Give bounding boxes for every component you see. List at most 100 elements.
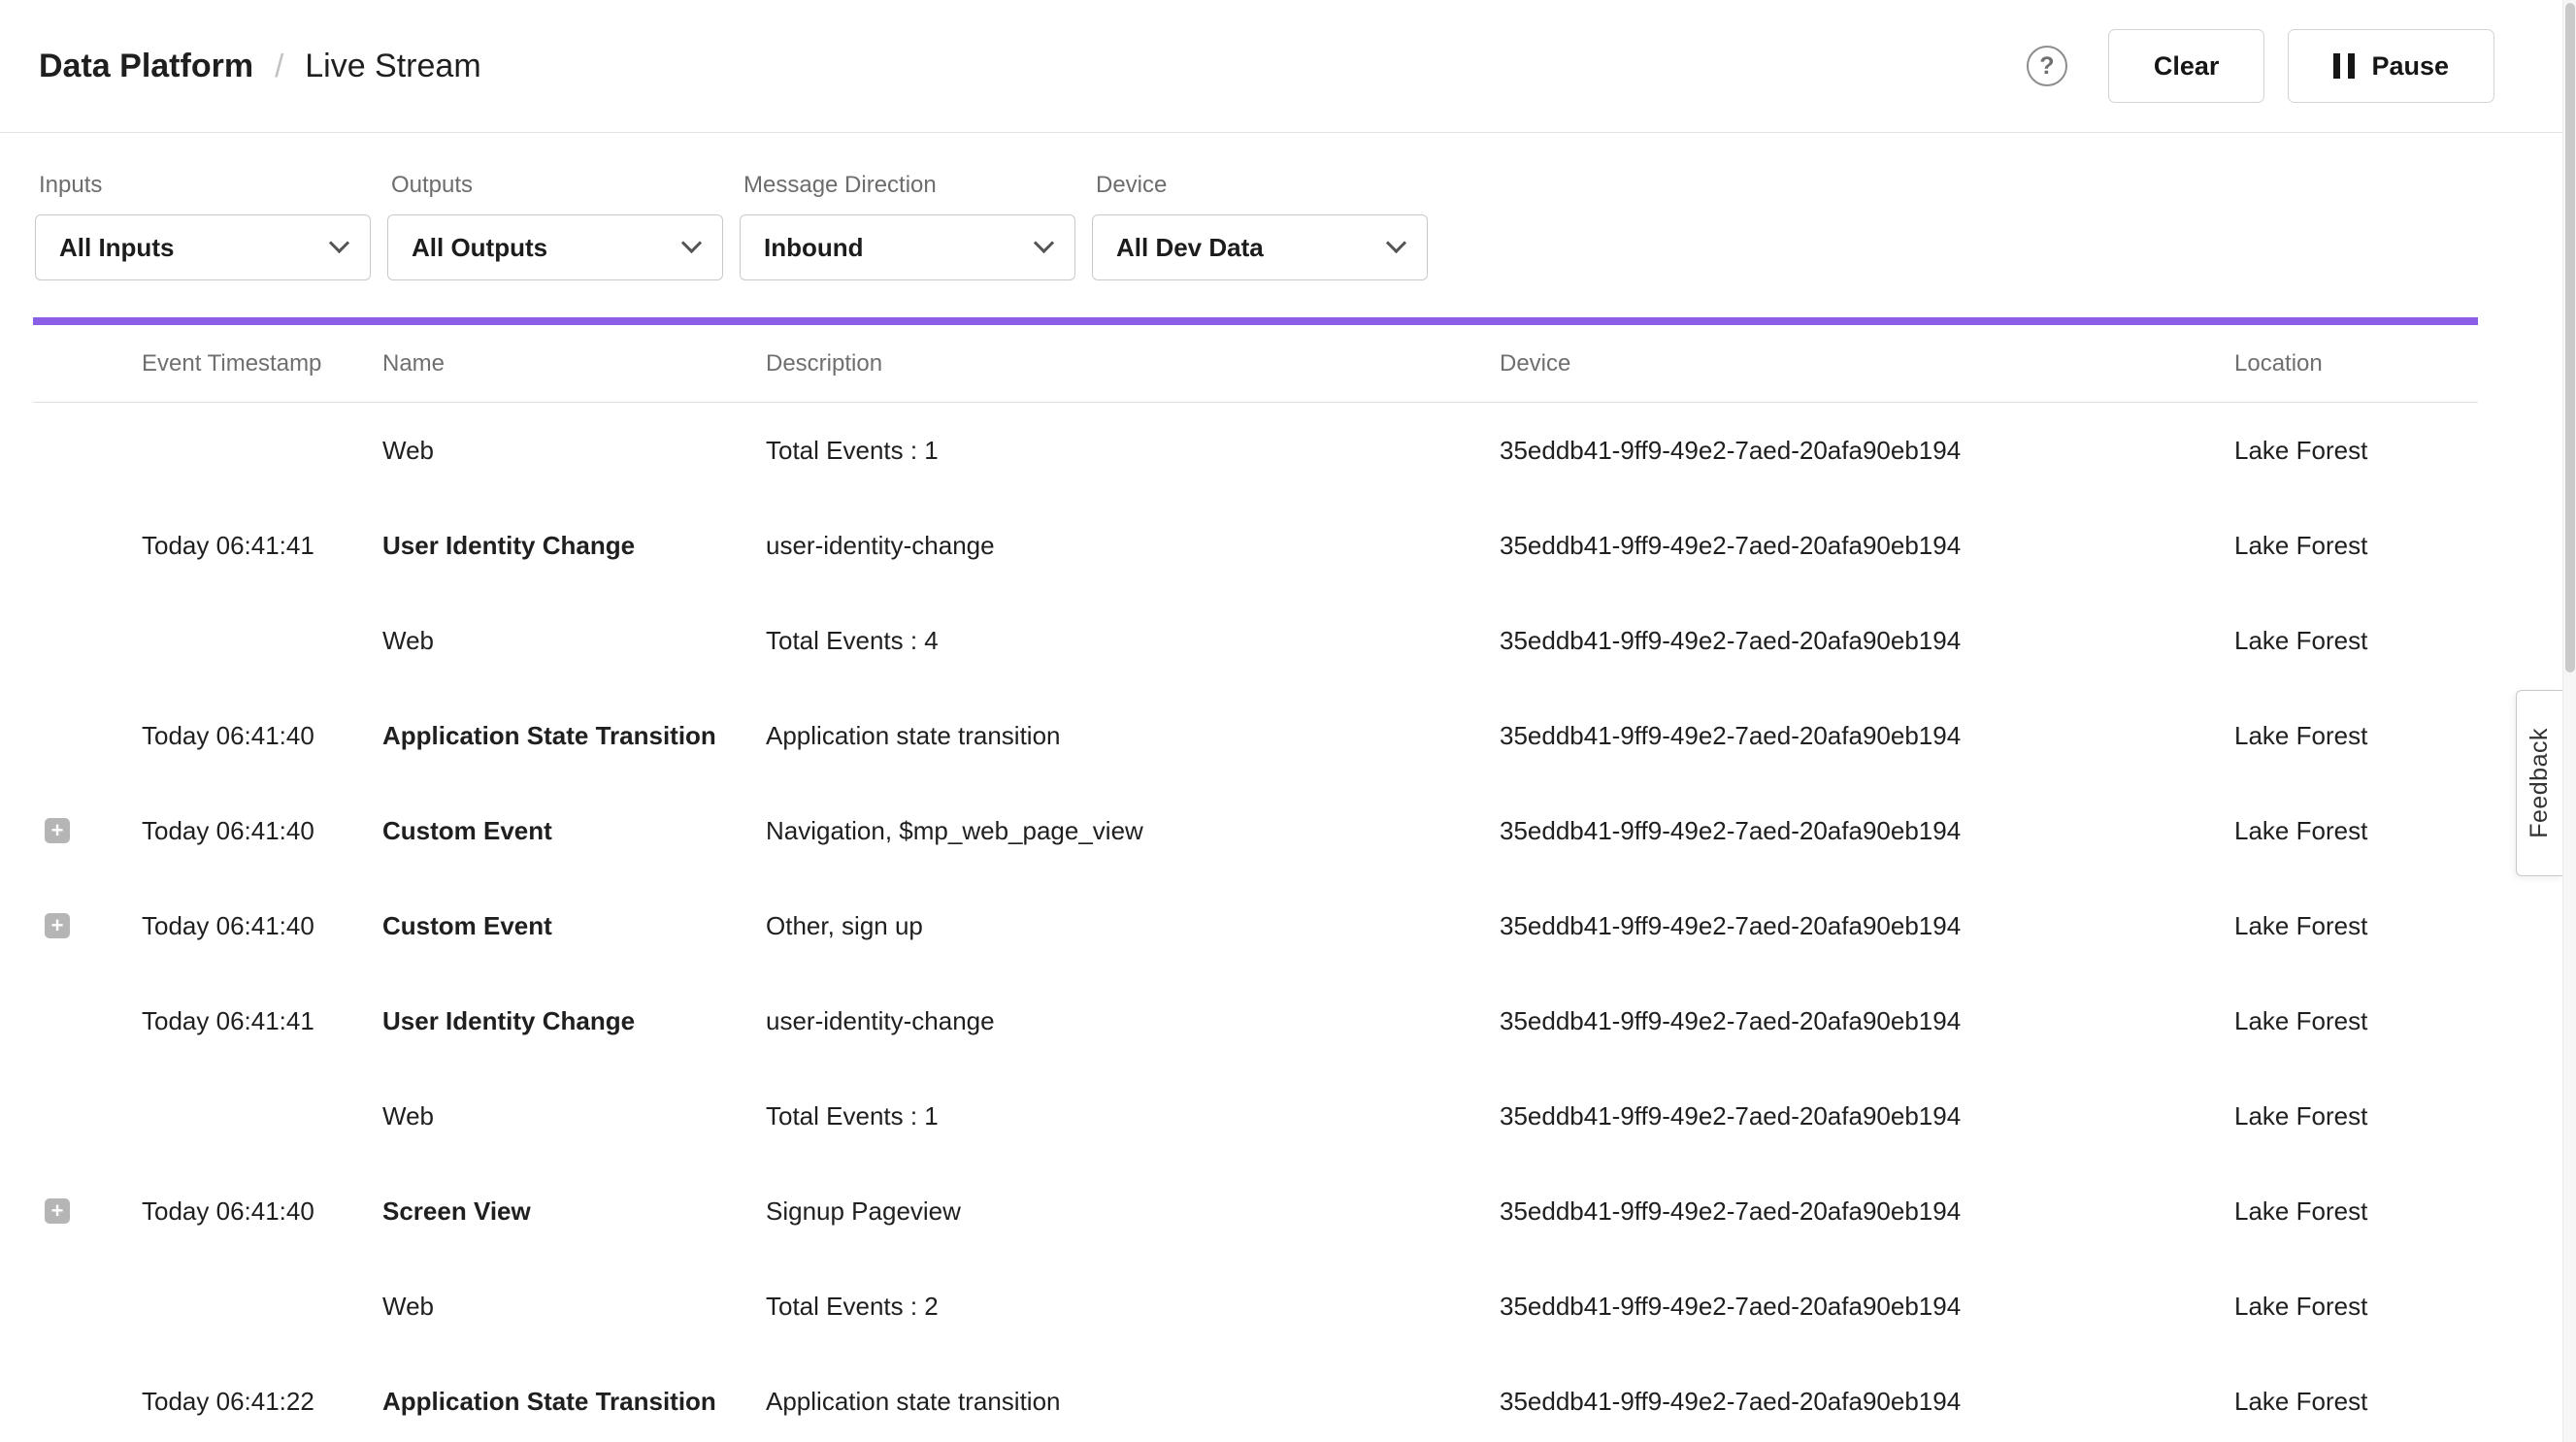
table-row[interactable]: Today 06:41:41User Identity Changeuser-i… (33, 973, 2478, 1068)
event-timestamp: Today 06:41:41 (142, 1006, 382, 1036)
event-description: Application state transition (766, 721, 1500, 751)
filter-outputs: Outputs All Outputs (387, 172, 723, 280)
expand-row-button[interactable]: + (45, 913, 70, 938)
pause-button-label: Pause (2371, 51, 2449, 82)
event-location: Lake Forest (2234, 436, 2478, 466)
event-description: user-identity-change (766, 1006, 1500, 1036)
expand-row-button[interactable]: + (45, 1198, 70, 1224)
column-description: Description (766, 350, 1500, 377)
table-row[interactable]: WebTotal Events : 135eddb41-9ff9-49e2-7a… (33, 403, 2478, 498)
event-timestamp: Today 06:41:41 (142, 531, 382, 561)
clear-button[interactable]: Clear (2108, 29, 2265, 103)
table-row[interactable]: WebTotal Events : 235eddb41-9ff9-49e2-7a… (33, 1259, 2478, 1354)
event-device: 35eddb41-9ff9-49e2-7aed-20afa90eb194 (1500, 531, 2234, 561)
table-row[interactable]: WebTotal Events : 135eddb41-9ff9-49e2-7a… (33, 1068, 2478, 1163)
filter-device: Device All Dev Data (1092, 172, 1428, 280)
event-timestamp: Today 06:41:22 (142, 1387, 382, 1417)
event-timestamp: Today 06:41:40 (142, 1196, 382, 1227)
event-name: Web (382, 436, 766, 466)
event-name: User Identity Change (382, 1006, 766, 1036)
event-description: Navigation, $mp_web_page_view (766, 816, 1500, 846)
filter-device-label: Device (1092, 172, 1428, 199)
event-description: Total Events : 1 (766, 436, 1500, 466)
event-name: Web (382, 1292, 766, 1322)
event-timestamp: Today 06:41:40 (142, 911, 382, 941)
event-name: Custom Event (382, 816, 766, 846)
filter-message-direction: Message Direction Inbound (740, 172, 1075, 280)
event-timestamp: Today 06:41:40 (142, 816, 382, 846)
breadcrumb-separator: / (275, 48, 283, 84)
event-device: 35eddb41-9ff9-49e2-7aed-20afa90eb194 (1500, 1387, 2234, 1417)
table-row[interactable]: + Today 06:41:40Screen ViewSignup Pagevie… (33, 1163, 2478, 1259)
message-direction-filter-select[interactable]: Inbound (740, 214, 1075, 280)
scrollbar-thumb[interactable] (2565, 3, 2575, 672)
accent-bar (33, 317, 2478, 325)
breadcrumb-data-platform[interactable]: Data Platform (39, 48, 253, 85)
header-actions: ? Clear Pause (2027, 29, 2494, 103)
event-location: Lake Forest (2234, 1101, 2478, 1131)
page-title: Live Stream (305, 48, 480, 85)
event-location: Lake Forest (2234, 1196, 2478, 1227)
event-description: user-identity-change (766, 531, 1500, 561)
event-name: Application State Transition (382, 721, 766, 751)
column-location: Location (2234, 350, 2478, 377)
header: Data Platform / Live Stream ? Clear Paus… (0, 0, 2576, 133)
event-location: Lake Forest (2234, 816, 2478, 846)
filter-inputs: Inputs All Inputs (35, 172, 371, 280)
event-location: Lake Forest (2234, 1387, 2478, 1417)
table-row[interactable]: Today 06:41:22Application State Transiti… (33, 1354, 2478, 1442)
event-name: User Identity Change (382, 531, 766, 561)
chevron-down-icon (1034, 233, 1054, 253)
breadcrumb: Data Platform / Live Stream (39, 48, 481, 85)
expand-cell: + (33, 1198, 142, 1224)
event-description: Other, sign up (766, 911, 1500, 941)
inputs-filter-select[interactable]: All Inputs (35, 214, 371, 280)
event-name: Screen View (382, 1196, 766, 1227)
events-table: Event Timestamp Name Description Device … (33, 325, 2478, 1442)
event-device: 35eddb41-9ff9-49e2-7aed-20afa90eb194 (1500, 816, 2234, 846)
event-location: Lake Forest (2234, 911, 2478, 941)
filter-inputs-label: Inputs (35, 172, 371, 199)
event-location: Lake Forest (2234, 531, 2478, 561)
filters-bar: Inputs All Inputs Outputs All Outputs Me… (0, 133, 2576, 280)
expand-row-button[interactable]: + (45, 818, 70, 843)
table-row[interactable]: Today 06:41:40Application State Transiti… (33, 688, 2478, 783)
event-device: 35eddb41-9ff9-49e2-7aed-20afa90eb194 (1500, 1196, 2234, 1227)
event-description: Signup Pageview (766, 1196, 1500, 1227)
pause-button[interactable]: Pause (2288, 29, 2494, 103)
event-device: 35eddb41-9ff9-49e2-7aed-20afa90eb194 (1500, 1292, 2234, 1322)
event-location: Lake Forest (2234, 626, 2478, 656)
event-device: 35eddb41-9ff9-49e2-7aed-20afa90eb194 (1500, 1006, 2234, 1036)
column-device: Device (1500, 350, 2234, 377)
outputs-filter-select[interactable]: All Outputs (387, 214, 723, 280)
table-body: WebTotal Events : 135eddb41-9ff9-49e2-7a… (33, 403, 2478, 1442)
event-device: 35eddb41-9ff9-49e2-7aed-20afa90eb194 (1500, 721, 2234, 751)
event-device: 35eddb41-9ff9-49e2-7aed-20afa90eb194 (1500, 1101, 2234, 1131)
feedback-tab[interactable]: Feedback (2516, 690, 2562, 876)
device-filter-select[interactable]: All Dev Data (1092, 214, 1428, 280)
event-device: 35eddb41-9ff9-49e2-7aed-20afa90eb194 (1500, 436, 2234, 466)
device-filter-value: All Dev Data (1116, 233, 1264, 263)
table-row[interactable]: WebTotal Events : 435eddb41-9ff9-49e2-7a… (33, 593, 2478, 688)
event-device: 35eddb41-9ff9-49e2-7aed-20afa90eb194 (1500, 626, 2234, 656)
filter-message-direction-label: Message Direction (740, 172, 1075, 199)
outputs-filter-value: All Outputs (412, 233, 547, 263)
event-description: Application state transition (766, 1387, 1500, 1417)
chevron-down-icon (1386, 233, 1406, 253)
event-name: Custom Event (382, 911, 766, 941)
help-icon[interactable]: ? (2027, 46, 2067, 86)
table-row[interactable]: + Today 06:41:40Custom EventNavigation, $… (33, 783, 2478, 878)
table-row[interactable]: + Today 06:41:40Custom EventOther, sign u… (33, 878, 2478, 973)
expand-cell: + (33, 913, 142, 938)
filter-outputs-label: Outputs (387, 172, 723, 199)
feedback-tab-label: Feedback (2526, 728, 2554, 838)
chevron-down-icon (681, 233, 702, 253)
inputs-filter-value: All Inputs (59, 233, 174, 263)
scrollbar[interactable] (2562, 0, 2576, 1442)
expand-cell: + (33, 818, 142, 843)
table-row[interactable]: Today 06:41:41User Identity Changeuser-i… (33, 498, 2478, 593)
event-description: Total Events : 2 (766, 1292, 1500, 1322)
event-name: Web (382, 626, 766, 656)
event-location: Lake Forest (2234, 1006, 2478, 1036)
table-header-row: Event Timestamp Name Description Device … (33, 325, 2478, 403)
